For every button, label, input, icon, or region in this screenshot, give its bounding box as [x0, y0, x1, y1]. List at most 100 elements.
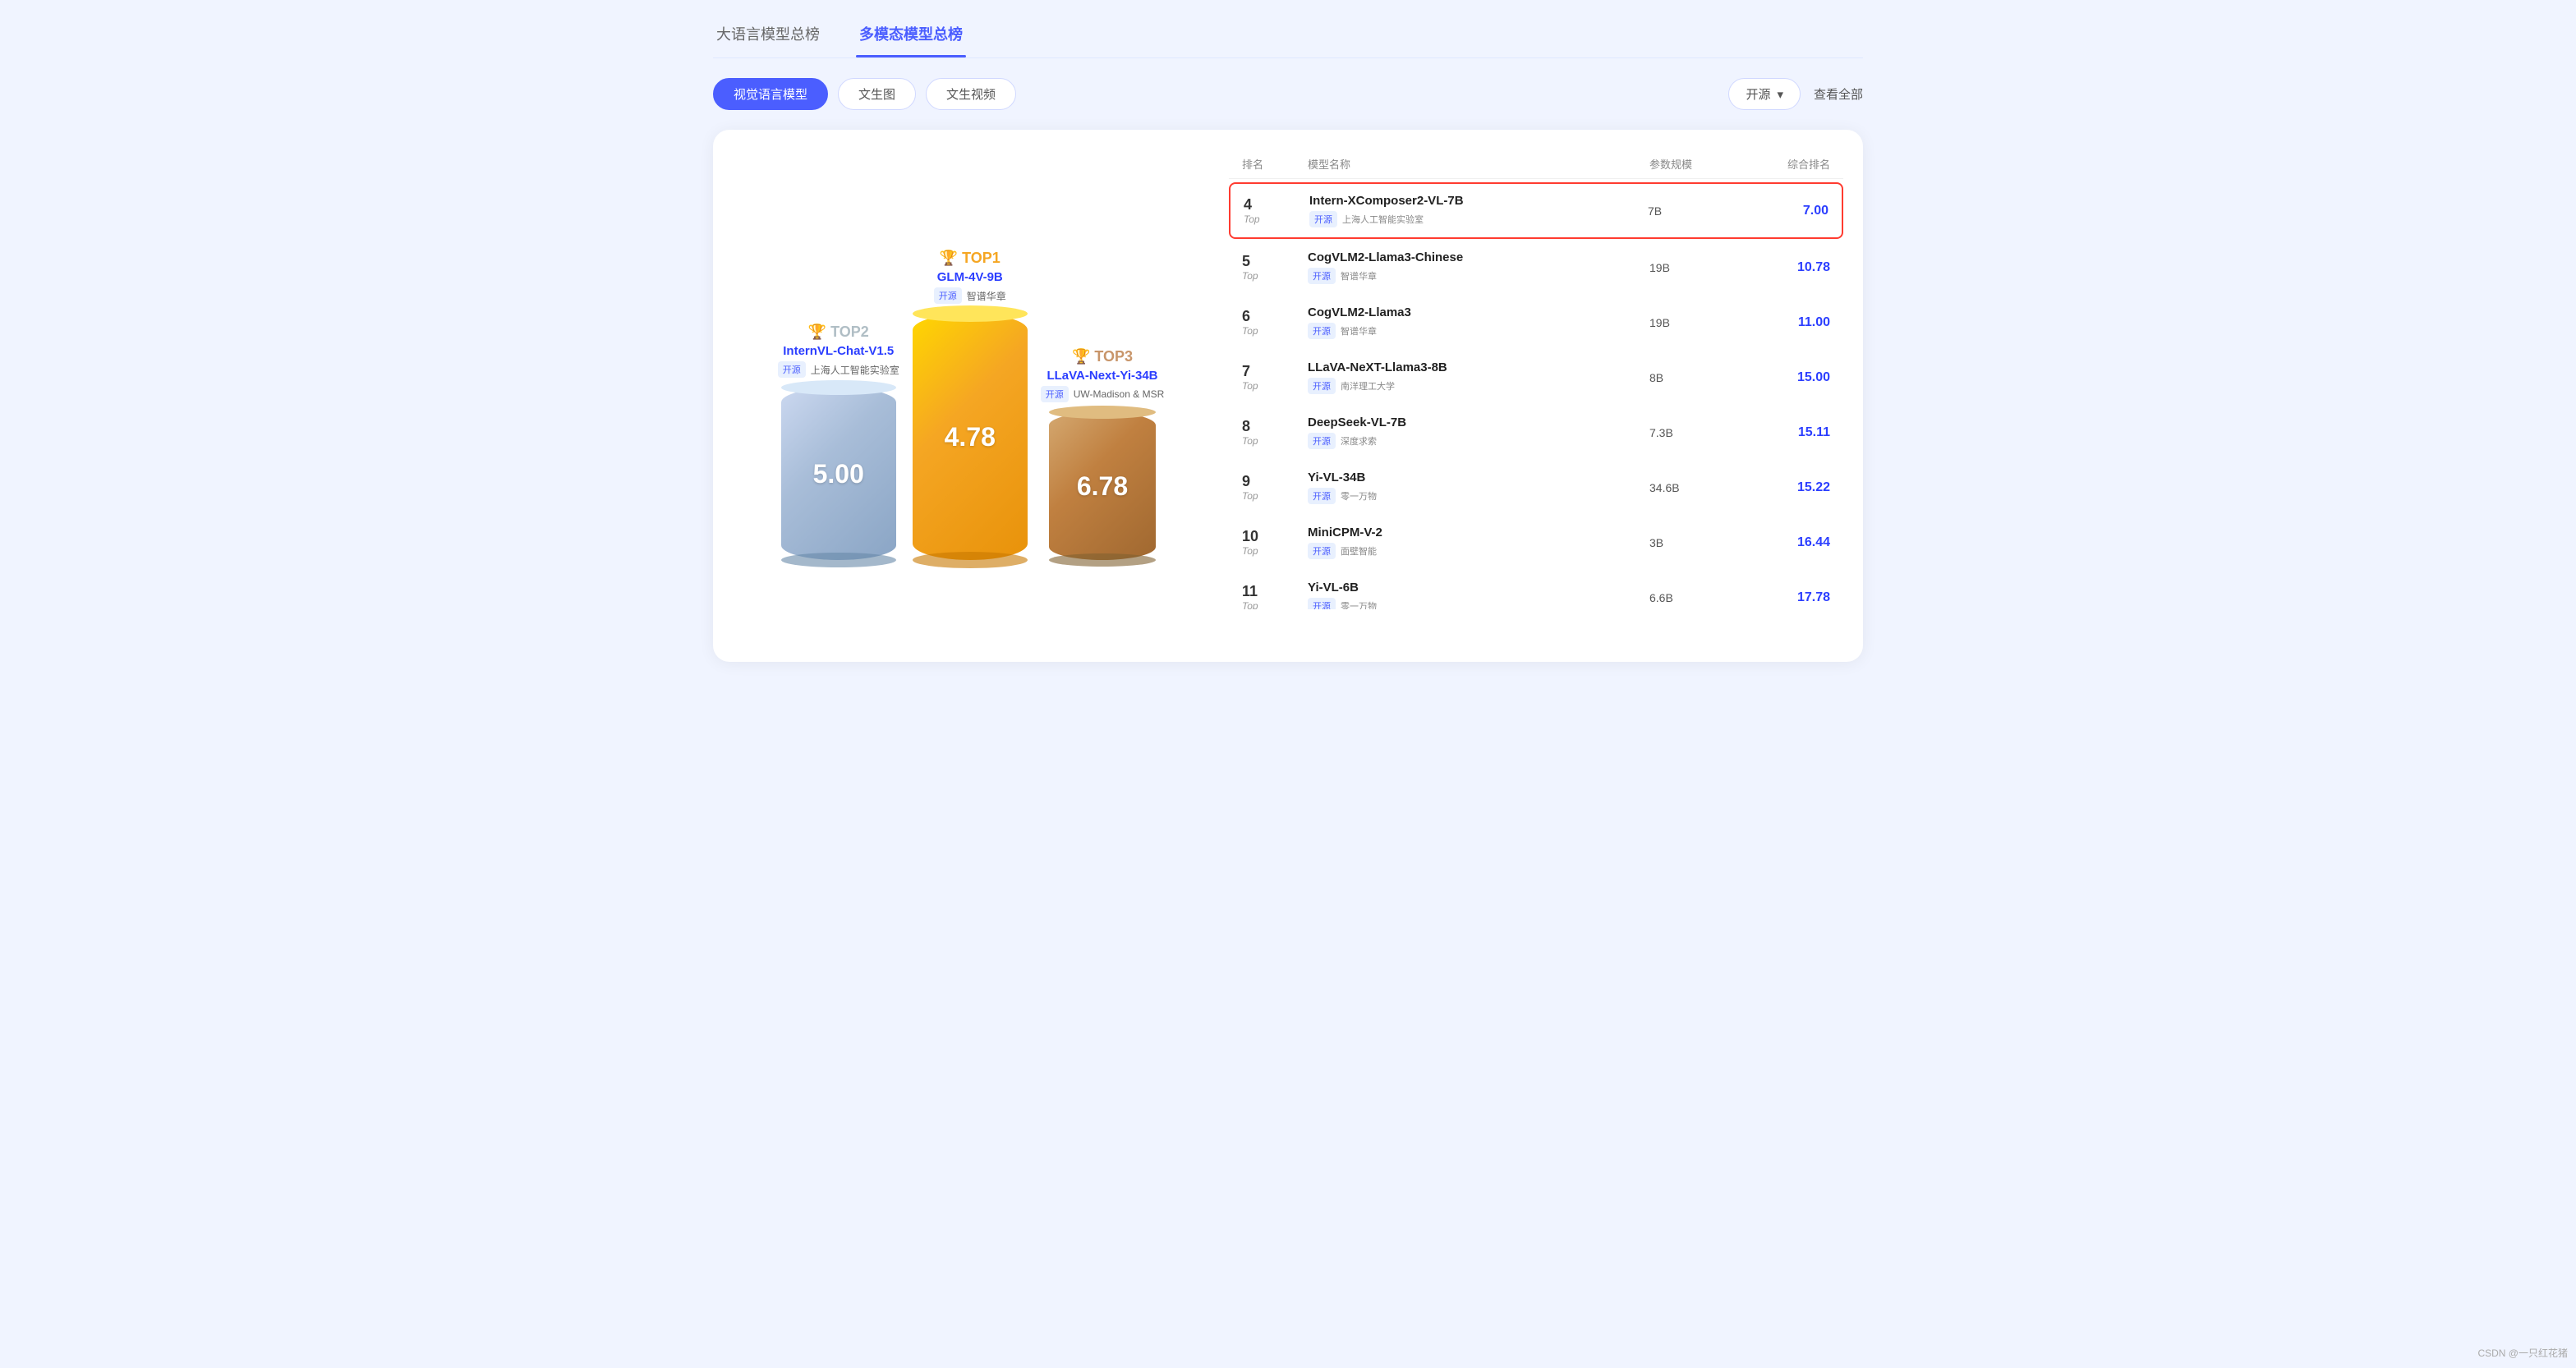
model-tags-9: 开源 零一万物: [1308, 488, 1649, 504]
rank-top-label-7: Top: [1242, 380, 1258, 392]
tag-6: 开源: [1308, 323, 1336, 339]
header-params: 参数规模: [1649, 156, 1748, 172]
tag-org-5: 智谱华章: [1341, 269, 1377, 282]
tag-org-6: 智谱华章: [1341, 324, 1377, 337]
tag-9: 开源: [1308, 488, 1336, 504]
rank-cell-10: 10 Top: [1242, 528, 1308, 557]
top1-badge: 🏆 TOP1: [934, 250, 1006, 267]
params-cell-9: 34.6B: [1649, 481, 1748, 494]
table-row-5[interactable]: 5 Top CogVLM2-Llama3-Chinese 开源 智谱华章 19B…: [1229, 241, 1843, 294]
tab-llm[interactable]: 大语言模型总榜: [713, 16, 823, 57]
tag-org-9: 零一万物: [1341, 489, 1377, 503]
filter-text-to-image[interactable]: 文生图: [838, 78, 916, 110]
model-tags-11: 开源 零一万物: [1308, 598, 1649, 609]
model-cell-10: MiniCPM-V-2 开源 面壁智能: [1308, 526, 1649, 559]
score-cell-11: 17.78: [1748, 590, 1830, 605]
model-tags-10: 开源 面壁智能: [1308, 543, 1649, 559]
filter-right: 开源 ▾ 查看全部: [1728, 78, 1863, 110]
rank-top-label-6: Top: [1242, 325, 1258, 337]
tab-multimodal[interactable]: 多模态模型总榜: [856, 16, 966, 57]
rank-top-label-9: Top: [1242, 490, 1258, 502]
rank-cell-9: 9 Top: [1242, 473, 1308, 502]
table-row-7[interactable]: 7 Top LLaVA-NeXT-Llama3-8B 开源 南洋理工大学 8B …: [1229, 351, 1843, 404]
tag-8: 开源: [1308, 433, 1336, 449]
model-name-5: CogVLM2-Llama3-Chinese: [1308, 250, 1649, 264]
rank-number-6: 6: [1242, 308, 1250, 325]
top1-model-name: GLM-4V-9B: [934, 270, 1006, 284]
model-name-6: CogVLM2-Llama3: [1308, 305, 1649, 319]
model-cell-7: LLaVA-NeXT-Llama3-8B 开源 南洋理工大学: [1308, 360, 1649, 394]
filter-vision-language[interactable]: 视觉语言模型: [713, 78, 828, 110]
header-model: 模型名称: [1308, 156, 1649, 172]
tag-4: 开源: [1309, 211, 1337, 227]
params-cell-5: 19B: [1649, 261, 1748, 274]
view-all-button[interactable]: 查看全部: [1814, 85, 1863, 103]
tab-multimodal-label: 多模态模型总榜: [859, 26, 963, 43]
score-cell-9: 15.22: [1748, 480, 1830, 495]
table-section: 排名 模型名称 参数规模 综合排名 4 Top Intern-XComposer…: [1229, 149, 1843, 642]
model-tags-5: 开源 智谱华章: [1308, 268, 1649, 284]
params-cell-8: 7.3B: [1649, 426, 1748, 439]
filter-text-to-image-label: 文生图: [858, 88, 895, 102]
top3-tags: 开源 UW-Madison & MSR: [1041, 386, 1164, 402]
rank-number-9: 9: [1242, 473, 1250, 490]
cylinder-top1: 4.78: [913, 314, 1028, 560]
table-row-4[interactable]: 4 Top Intern-XComposer2-VL-7B 开源 上海人工智能实…: [1229, 182, 1843, 239]
tag-org-8: 深度求索: [1341, 434, 1377, 448]
model-tags-8: 开源 深度求索: [1308, 433, 1649, 449]
source-select-label: 开源: [1746, 85, 1770, 103]
top2-org: 上海人工智能实验室: [811, 363, 899, 377]
tab-llm-label: 大语言模型总榜: [716, 26, 820, 43]
tag-10: 开源: [1308, 543, 1336, 559]
score-cell-4: 7.00: [1746, 204, 1828, 218]
model-cell-6: CogVLM2-Llama3 开源 智谱华章: [1308, 305, 1649, 339]
rank-cell-6: 6 Top: [1242, 308, 1308, 337]
podium-info-top1: 🏆 TOP1 GLM-4V-9B 开源 智谱华章: [934, 250, 1006, 304]
top1-score: 4.78: [945, 422, 996, 452]
top3-org: UW-Madison & MSR: [1074, 388, 1164, 400]
tag-5: 开源: [1308, 268, 1336, 284]
trophy-icon-top3: 🏆: [1072, 348, 1094, 365]
tag-org-10: 面壁智能: [1341, 544, 1377, 558]
cylinder-top2-wrap: 5.00: [781, 388, 896, 560]
chevron-down-icon: ▾: [1777, 87, 1783, 102]
podium-section: 🏆 TOP2 InternVL-Chat-V1.5 开源 上海人工智能实验室 5…: [733, 149, 1209, 642]
rank-number-8: 8: [1242, 418, 1250, 435]
page-container: 大语言模型总榜 多模态模型总榜 视觉语言模型 文生图 文生视频 开源 ▾ 查看全…: [713, 16, 1863, 662]
filter-vision-language-label: 视觉语言模型: [734, 88, 807, 102]
table-row-6[interactable]: 6 Top CogVLM2-Llama3 开源 智谱华章 19B 11.00: [1229, 296, 1843, 349]
source-select[interactable]: 开源 ▾: [1728, 78, 1801, 110]
table-row-9[interactable]: 9 Top Yi-VL-34B 开源 零一万物 34.6B 15.22: [1229, 461, 1843, 514]
score-cell-6: 11.00: [1748, 315, 1830, 330]
params-cell-7: 8B: [1649, 371, 1748, 384]
rank-top-label-10: Top: [1242, 545, 1258, 557]
tab-navigation: 大语言模型总榜 多模态模型总榜: [713, 16, 1863, 58]
top3-model-name: LLaVA-Next-Yi-34B: [1041, 369, 1164, 383]
score-cell-10: 16.44: [1748, 535, 1830, 550]
table-row-10[interactable]: 10 Top MiniCPM-V-2 开源 面壁智能 3B 16.44: [1229, 516, 1843, 569]
header-score: 综合排名: [1748, 156, 1830, 172]
watermark: CSDN @一只红花猪: [2477, 1346, 2568, 1360]
trophy-icon-top2: 🏆: [808, 324, 830, 340]
model-tags-4: 开源 上海人工智能实验室: [1309, 211, 1648, 227]
main-content: 🏆 TOP2 InternVL-Chat-V1.5 开源 上海人工智能实验室 5…: [713, 130, 1863, 662]
filter-text-to-video[interactable]: 文生视频: [926, 78, 1016, 110]
rank-top-label-4: Top: [1244, 213, 1260, 225]
table-row-8[interactable]: 8 Top DeepSeek-VL-7B 开源 深度求索 7.3B 15.11: [1229, 406, 1843, 459]
model-cell-8: DeepSeek-VL-7B 开源 深度求索: [1308, 415, 1649, 449]
model-cell-5: CogVLM2-Llama3-Chinese 开源 智谱华章: [1308, 250, 1649, 284]
model-cell-11: Yi-VL-6B 开源 零一万物: [1308, 581, 1649, 609]
rank-top-label-8: Top: [1242, 435, 1258, 447]
rank-number-4: 4: [1244, 196, 1252, 213]
podium-info-top3: 🏆 TOP3 LLaVA-Next-Yi-34B 开源 UW-Madison &…: [1041, 348, 1164, 402]
podium-col-top3: 🏆 TOP3 LLaVA-Next-Yi-34B 开源 UW-Madison &…: [1041, 348, 1164, 560]
rank-number-5: 5: [1242, 253, 1250, 270]
filter-text-to-video-label: 文生视频: [946, 88, 996, 102]
podium-col-top2: 🏆 TOP2 InternVL-Chat-V1.5 开源 上海人工智能实验室 5…: [778, 324, 899, 560]
table-row-11[interactable]: 11 Top Yi-VL-6B 开源 零一万物 6.6B 17.78: [1229, 571, 1843, 609]
model-name-4: Intern-XComposer2-VL-7B: [1309, 194, 1648, 208]
tag-7: 开源: [1308, 378, 1336, 394]
table-scroll[interactable]: 4 Top Intern-XComposer2-VL-7B 开源 上海人工智能实…: [1229, 182, 1843, 609]
podium-col-top1: 🏆 TOP1 GLM-4V-9B 开源 智谱华章 4.78: [913, 250, 1028, 560]
rank-top-label-5: Top: [1242, 270, 1258, 282]
